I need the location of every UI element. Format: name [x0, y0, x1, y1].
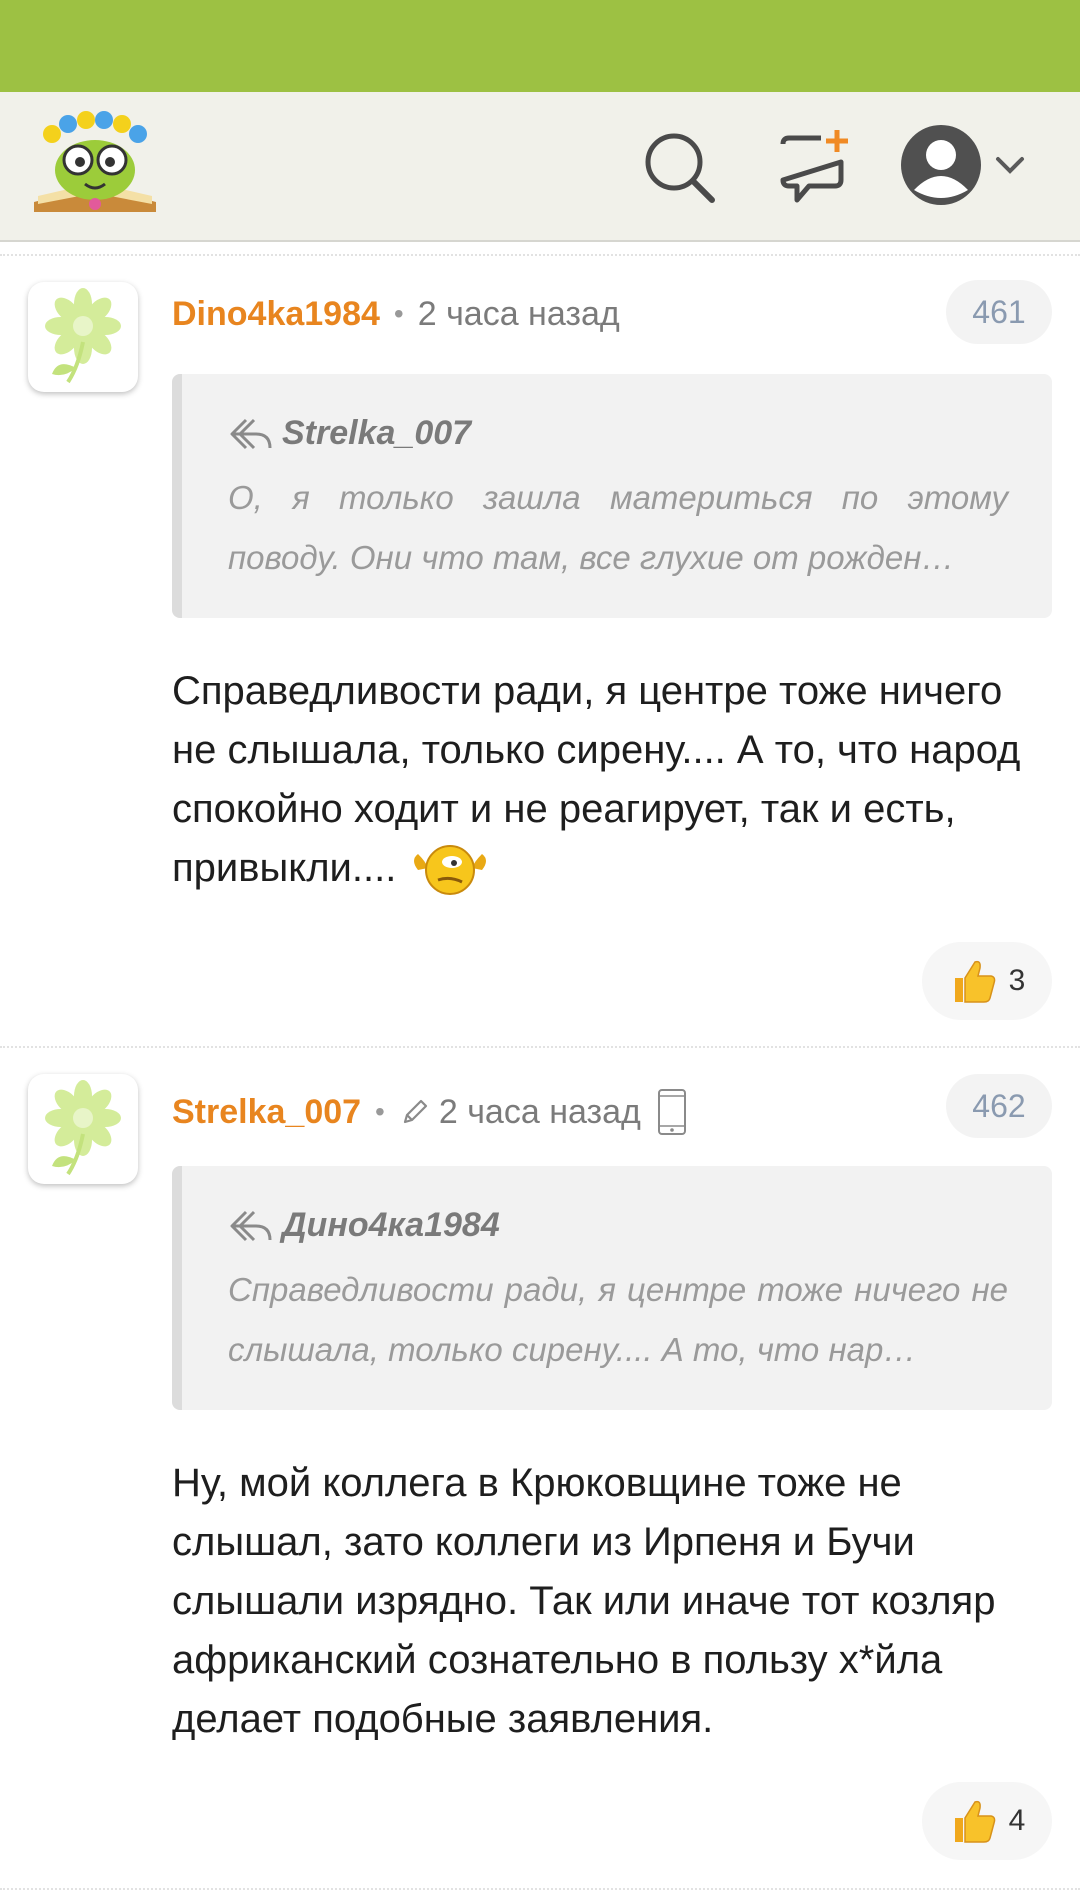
- chevron-down-icon[interactable]: [992, 147, 1028, 183]
- comment-header: Strelka_007 • 2 часа назад: [172, 1088, 689, 1136]
- comment-number[interactable]: 461: [946, 280, 1052, 344]
- mobile-phone-icon: [657, 1089, 686, 1135]
- separator-dot: •: [393, 298, 404, 329]
- quote-author-row: Дино4ка1984: [228, 1206, 500, 1245]
- comment-username[interactable]: Dino4ka1984: [172, 294, 380, 334]
- thumbs-up-icon: [954, 960, 995, 1003]
- quote-author: Дино4ка1984: [282, 1206, 500, 1244]
- quote-author-row: Strelka_007: [228, 414, 471, 453]
- comment-text: Справедливости ради, я центре тоже ничег…: [172, 669, 1021, 890]
- user-avatar-icon[interactable]: [898, 122, 984, 208]
- comment-number[interactable]: 462: [946, 1074, 1052, 1138]
- like-button[interactable]: 4: [922, 1782, 1052, 1860]
- smiley-icon: [414, 845, 487, 896]
- comment-body: Ну, мой коллега в Крюковщине тоже не слы…: [172, 1461, 996, 1741]
- quote-text: О, я только зашла материться по этому по…: [228, 479, 1008, 576]
- daisy-avatar-icon[interactable]: [28, 282, 138, 392]
- reply-arrow-icon: [230, 1210, 272, 1241]
- comment-header: Dino4ka1984 • 2 часа назад: [172, 294, 620, 334]
- comment-body: Справедливости ради, я центре тоже ничег…: [172, 662, 1052, 900]
- quoted-comment[interactable]: Strelka_007 О, я только зашла материться…: [172, 374, 1052, 618]
- like-button[interactable]: 3: [922, 942, 1052, 1020]
- top-navigation-bar: [0, 92, 1080, 242]
- quote-text: Справедливости ради, я центре тоже ничег…: [228, 1271, 1008, 1368]
- divider: [0, 1046, 1080, 1048]
- comment-username[interactable]: Strelka_007: [172, 1092, 361, 1132]
- daisy-avatar-icon[interactable]: [28, 1074, 138, 1184]
- site-logo[interactable]: [30, 108, 160, 218]
- divider: [0, 254, 1080, 256]
- like-count: 3: [1008, 964, 1026, 997]
- like-count: 4: [1008, 1804, 1026, 1837]
- status-bar: [0, 0, 1080, 92]
- comment-time[interactable]: 2 часа назад: [418, 294, 620, 334]
- new-message-icon[interactable]: [775, 128, 855, 208]
- separator-dot: •: [375, 1096, 385, 1127]
- thumbs-up-icon: [954, 1800, 995, 1843]
- search-icon[interactable]: [640, 128, 720, 208]
- quote-author: Strelka_007: [282, 414, 472, 452]
- comment-time[interactable]: 2 часа назад: [439, 1092, 641, 1132]
- reply-arrow-icon: [230, 418, 272, 449]
- pencil-icon: [403, 1099, 427, 1124]
- quoted-comment[interactable]: Дино4ка1984 Справедливости ради, я центр…: [172, 1166, 1052, 1410]
- divider: [0, 1888, 1080, 1890]
